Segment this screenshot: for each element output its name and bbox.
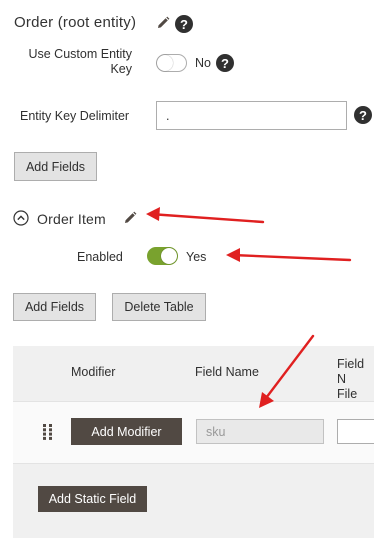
add-modifier-button[interactable]: Add Modifier bbox=[71, 418, 182, 445]
pencil-icon[interactable] bbox=[156, 16, 170, 30]
fields-table: Modifier Field Name Field N File Add Mod… bbox=[13, 346, 374, 538]
field-name-input[interactable]: sku bbox=[196, 419, 324, 444]
delete-table-button[interactable]: Delete Table bbox=[112, 293, 206, 321]
custom-entity-key-toggle[interactable] bbox=[156, 54, 187, 72]
arrow-to-enabled-toggle bbox=[230, 253, 352, 262]
custom-entity-key-label: Use Custom Entity Key bbox=[14, 47, 132, 77]
toggle-knob bbox=[157, 55, 173, 71]
arrow-head-enabled bbox=[226, 248, 240, 262]
column-header-field-name: Field Name bbox=[195, 365, 259, 379]
custom-entity-key-label-line2: Key bbox=[110, 62, 132, 76]
field-name-value: sku bbox=[206, 424, 226, 439]
arrow-head-order-item bbox=[146, 207, 160, 221]
enabled-toggle[interactable] bbox=[147, 247, 178, 265]
help-icon[interactable]: ? bbox=[216, 54, 234, 72]
column-header-file-name-line2: File bbox=[337, 387, 358, 401]
toggle-knob bbox=[161, 248, 177, 264]
entity-key-delimiter-input[interactable]: . bbox=[156, 101, 347, 130]
column-header-modifier: Modifier bbox=[71, 365, 116, 379]
table-row: Add Modifier sku bbox=[13, 401, 374, 464]
custom-entity-key-label-line1: Use Custom Entity bbox=[28, 47, 132, 61]
file-name-input[interactable] bbox=[337, 419, 374, 444]
add-fields-button[interactable]: Add Fields bbox=[13, 293, 96, 321]
column-header-file-name: Field N File bbox=[337, 357, 374, 402]
help-icon[interactable]: ? bbox=[175, 15, 193, 33]
help-icon[interactable]: ? bbox=[354, 106, 372, 124]
pencil-icon[interactable] bbox=[123, 211, 137, 225]
column-header-file-name-line1: Field N bbox=[337, 357, 365, 386]
root-entity-title: Order (root entity) bbox=[14, 14, 137, 31]
enabled-label: Enabled bbox=[77, 250, 123, 264]
order-item-title[interactable]: Order Item bbox=[37, 211, 106, 227]
entity-key-delimiter-label: Entity Key Delimiter bbox=[20, 109, 130, 123]
drag-handle-icon[interactable] bbox=[43, 424, 52, 440]
entity-key-delimiter-value: . bbox=[166, 108, 170, 123]
add-fields-button[interactable]: Add Fields bbox=[14, 152, 97, 181]
custom-entity-key-value: No bbox=[195, 56, 211, 70]
chevron-up-circle-icon[interactable] bbox=[13, 210, 29, 226]
add-static-field-button[interactable]: Add Static Field bbox=[38, 486, 147, 512]
enabled-value: Yes bbox=[186, 250, 207, 264]
arrow-to-order-item bbox=[148, 212, 265, 224]
